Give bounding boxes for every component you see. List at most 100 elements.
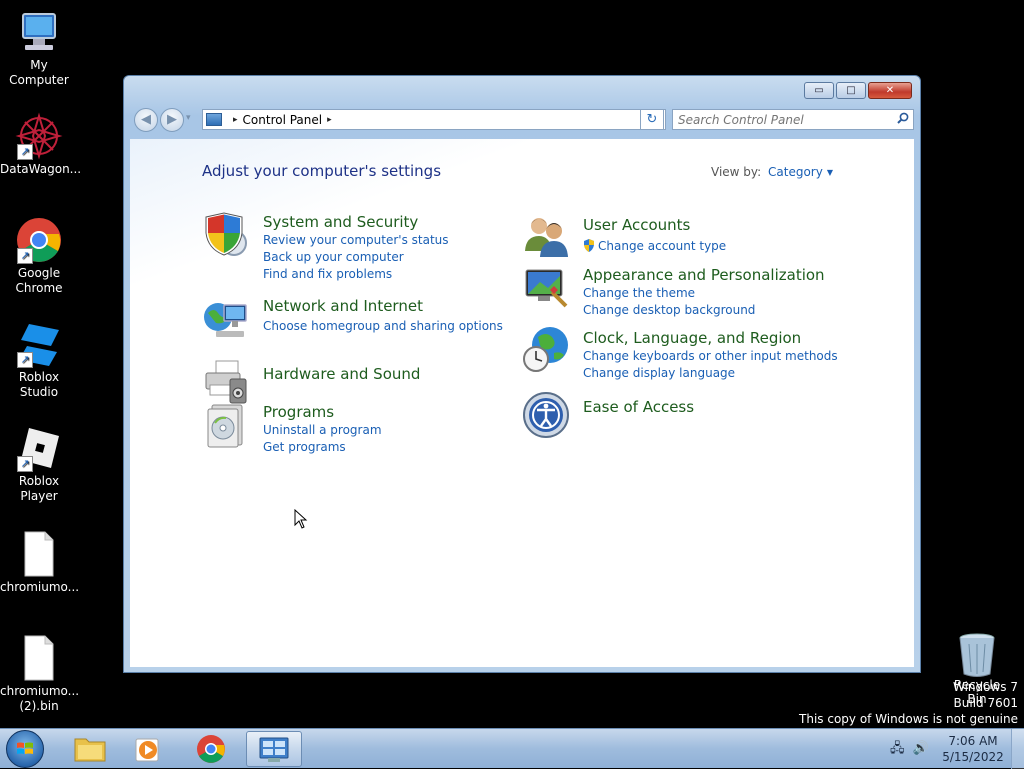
taskbar-clock[interactable]: 7:06 AM 5/15/2022 bbox=[938, 733, 1008, 765]
desktop-icon-roblox-studio[interactable]: ↗ Roblox Studio bbox=[0, 320, 78, 400]
watermark-line-3: This copy of Windows is not genuine bbox=[799, 712, 1018, 726]
desktop-icon-label: chromiumo... bbox=[0, 580, 80, 594]
link-find-fix-problems[interactable]: Find and fix problems bbox=[263, 267, 392, 281]
view-by-value[interactable]: Category bbox=[768, 165, 823, 179]
category-title[interactable]: System and Security bbox=[263, 213, 418, 231]
windows-watermark: Windows 7 Build 7601 This copy of Window… bbox=[799, 679, 1018, 727]
desktop-icon-label: My Computer bbox=[9, 58, 69, 87]
forward-button[interactable]: ▶ bbox=[160, 108, 184, 132]
taskbar-chrome[interactable] bbox=[184, 731, 240, 767]
control-panel-icon bbox=[206, 113, 222, 126]
navigation-bar: ◀ ▶ ▾ ▸ Control Panel ▸ ▾ ↻ bbox=[130, 106, 914, 132]
minimize-button[interactable]: ▭ bbox=[804, 82, 834, 99]
search-icon[interactable] bbox=[897, 112, 909, 128]
uac-shield-icon bbox=[583, 239, 595, 252]
search-box[interactable] bbox=[672, 109, 914, 130]
recycle-bin-icon bbox=[957, 632, 997, 678]
control-panel-content: Adjust your computer's settings View by:… bbox=[130, 139, 914, 667]
taskbar-control-panel[interactable] bbox=[246, 731, 302, 767]
view-by-dropdown[interactable]: Category ▼ bbox=[768, 165, 833, 179]
desktop-icon-chromiumo-2-bin[interactable]: chromiumo... (2).bin bbox=[0, 634, 79, 714]
roblox-studio-icon: ↗ bbox=[15, 320, 63, 368]
category-title[interactable]: Network and Internet bbox=[263, 297, 423, 315]
close-button[interactable]: ✕ bbox=[868, 82, 912, 99]
chevron-down-icon[interactable]: ▼ bbox=[827, 168, 833, 177]
file-icon bbox=[15, 530, 63, 578]
datawagon-icon: ↗ bbox=[15, 112, 63, 160]
link-uninstall-program[interactable]: Uninstall a program bbox=[263, 423, 382, 437]
address-bar[interactable]: ▸ Control Panel ▸ ▾ bbox=[202, 109, 666, 130]
category-title[interactable]: Clock, Language, and Region bbox=[583, 329, 801, 347]
link-homegroup-sharing[interactable]: Choose homegroup and sharing options bbox=[263, 319, 503, 333]
control-panel-icon bbox=[259, 737, 289, 762]
mouse-cursor-icon bbox=[294, 508, 308, 532]
start-button[interactable] bbox=[6, 730, 44, 768]
breadcrumb-control-panel[interactable]: Control Panel bbox=[243, 113, 323, 127]
clock-date: 5/15/2022 bbox=[942, 750, 1004, 764]
category-title[interactable]: Hardware and Sound bbox=[263, 365, 420, 383]
chrome-icon: ↗ bbox=[15, 216, 63, 264]
shortcut-arrow-icon: ↗ bbox=[17, 352, 33, 368]
link-back-up[interactable]: Back up your computer bbox=[263, 250, 404, 264]
desktop-icon-roblox-player[interactable]: ↗ Roblox Player bbox=[0, 424, 78, 504]
chrome-icon bbox=[197, 735, 225, 763]
back-button[interactable]: ◀ bbox=[134, 108, 158, 132]
link-change-keyboards[interactable]: Change keyboards or other input methods bbox=[583, 349, 838, 363]
breadcrumb-separator[interactable]: ▸ bbox=[233, 115, 238, 125]
taskbar: 🖧 🔊 7:06 AM 5/15/2022 bbox=[0, 728, 1024, 769]
recent-pages-dropdown[interactable]: ▾ bbox=[186, 113, 191, 123]
desktop-icon-datawagon[interactable]: ↗ DataWagon... bbox=[0, 112, 82, 177]
appearance-icon[interactable] bbox=[522, 262, 570, 310]
search-input[interactable] bbox=[678, 111, 888, 128]
desktop-icon-label: Roblox Player bbox=[18, 474, 60, 503]
window-controls: ▭ □ ✕ bbox=[804, 82, 912, 99]
watermark-line-1: Windows 7 bbox=[952, 680, 1018, 694]
shortcut-arrow-icon: ↗ bbox=[17, 456, 33, 472]
refresh-button[interactable]: ↻ bbox=[640, 109, 664, 130]
network-icon[interactable] bbox=[202, 295, 250, 343]
ease-of-access-icon[interactable] bbox=[522, 391, 570, 439]
folder-icon bbox=[74, 738, 106, 762]
network-tray-icon[interactable]: 🖧 bbox=[890, 741, 905, 756]
computer-icon bbox=[15, 8, 63, 56]
watermark-line-2: Build 7601 bbox=[953, 696, 1018, 710]
shortcut-arrow-icon: ↗ bbox=[17, 144, 33, 160]
shortcut-arrow-icon: ↗ bbox=[17, 248, 33, 264]
desktop-icon-chromiumo[interactable]: chromiumo... bbox=[0, 530, 80, 595]
breadcrumb-separator[interactable]: ▸ bbox=[327, 115, 332, 125]
file-icon bbox=[15, 634, 63, 682]
link-review-status[interactable]: Review your computer's status bbox=[263, 233, 449, 247]
maximize-button[interactable]: □ bbox=[836, 82, 866, 99]
printer-icon[interactable] bbox=[202, 357, 250, 405]
desktop-icon-my-computer[interactable]: My Computer bbox=[0, 8, 78, 88]
users-icon[interactable] bbox=[522, 211, 570, 259]
volume-tray-icon[interactable]: 🔊 bbox=[913, 741, 929, 756]
link-get-programs[interactable]: Get programs bbox=[263, 440, 346, 454]
desktop-icon-label: Google Chrome bbox=[15, 266, 63, 295]
category-title[interactable]: Programs bbox=[263, 403, 334, 421]
link-change-desktop-background[interactable]: Change desktop background bbox=[583, 303, 755, 317]
category-title[interactable]: Appearance and Personalization bbox=[583, 266, 825, 284]
system-tray: 🖧 🔊 bbox=[890, 739, 930, 759]
programs-icon[interactable] bbox=[202, 401, 250, 449]
link-change-account-type[interactable]: Change account type bbox=[583, 239, 726, 253]
desktop-icon-google-chrome[interactable]: ↗ Google Chrome bbox=[0, 216, 78, 296]
taskbar-explorer[interactable] bbox=[62, 731, 118, 767]
control-panel-window: ▭ □ ✕ ◀ ▶ ▾ ▸ Control Panel ▸ ▾ ↻ Adjust… bbox=[123, 75, 921, 673]
desktop-icon-label: Roblox Studio bbox=[18, 370, 60, 399]
link-change-theme[interactable]: Change the theme bbox=[583, 286, 695, 300]
link-text[interactable]: Change account type bbox=[598, 239, 726, 253]
globe-clock-icon[interactable] bbox=[522, 325, 570, 373]
clock-time: 7:06 AM bbox=[948, 734, 998, 748]
roblox-player-icon: ↗ bbox=[15, 424, 63, 472]
category-title[interactable]: User Accounts bbox=[583, 216, 690, 234]
taskbar-media-player[interactable] bbox=[122, 731, 178, 767]
link-change-display-language[interactable]: Change display language bbox=[583, 366, 735, 380]
shield-icon[interactable] bbox=[202, 211, 250, 259]
desktop-icon-label: DataWagon... bbox=[0, 162, 82, 176]
media-player-icon bbox=[135, 738, 159, 762]
view-by-label: View by: bbox=[711, 165, 762, 179]
category-title[interactable]: Ease of Access bbox=[583, 398, 694, 416]
show-desktop-button[interactable] bbox=[1011, 729, 1024, 769]
page-title: Adjust your computer's settings bbox=[202, 162, 442, 180]
